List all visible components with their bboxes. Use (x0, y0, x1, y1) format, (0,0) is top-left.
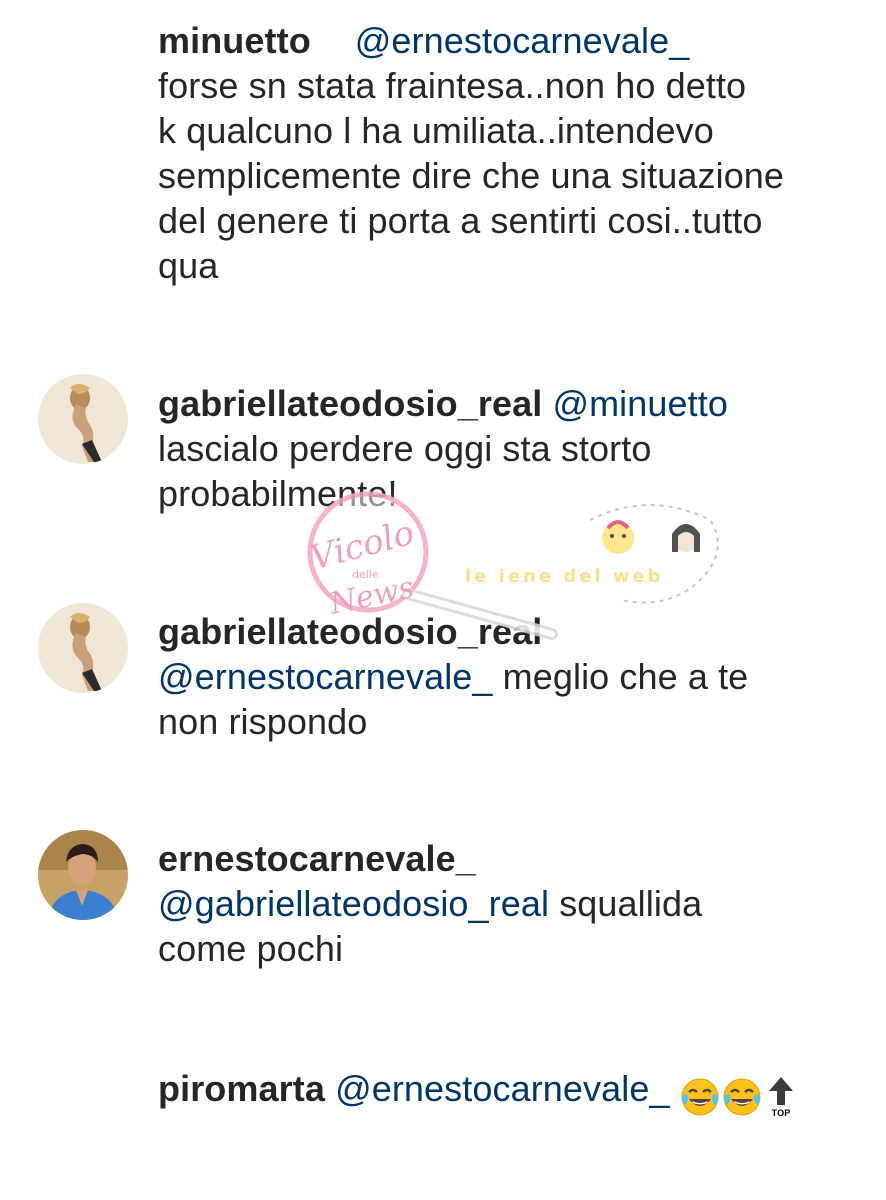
avatar[interactable] (38, 603, 128, 693)
emoji-group: TOP (680, 1072, 796, 1119)
face-with-tears-of-joy-icon (722, 1077, 762, 1117)
comment-mention[interactable]: @gabriellateodosio_real (158, 883, 549, 924)
comment-username[interactable]: gabriellateodosio_real (158, 611, 542, 652)
comment-text-line: forse sn stata fraintesa..non ho detto (158, 65, 747, 106)
woman-photo-avatar-icon (38, 603, 128, 693)
top-arrow-icon: TOP (766, 1075, 796, 1119)
comment-text-line: qua (158, 245, 219, 286)
comment-text: meglio che a te (502, 656, 749, 697)
woman-photo-avatar-icon (38, 374, 128, 464)
comment-mention[interactable]: @ernestocarnevale_ (335, 1068, 670, 1109)
comment-text-line: non rispondo (158, 701, 368, 742)
svg-text:TOP: TOP (771, 1108, 790, 1118)
comment-username[interactable]: piromarta (158, 1068, 325, 1109)
face-with-tears-of-joy-icon (680, 1077, 720, 1117)
comment-body: gabriellateodosio_real @ernestocarnevale… (158, 609, 848, 744)
comment-mention[interactable]: @minuetto (552, 383, 728, 424)
svg-text:delle: delle (352, 568, 379, 581)
comment-mention[interactable]: @ernestocarnevale_ (355, 20, 690, 61)
avatar[interactable] (38, 830, 128, 920)
comment-body: ernestocarnevale_ @gabriellateodosio_rea… (158, 836, 848, 971)
avatar[interactable] (38, 374, 128, 464)
comment-text-line: semplicemente dire che una situazione (158, 155, 785, 196)
svg-text:Vicolo: Vicolo (306, 513, 418, 579)
comment-text-line: del genere ti porta a sentirti cosi..tut… (158, 200, 763, 241)
comment-text-line: come pochi (158, 928, 344, 969)
comment-text-line: lascialo perdere oggi sta storto (158, 428, 652, 469)
comment-mention[interactable]: @ernestocarnevale_ (158, 656, 493, 697)
comment-body: piromarta @ernestocarnevale_ TOP (158, 1066, 848, 1119)
svg-text:le iene del web: le iene del web (465, 566, 664, 587)
comment-text-line: probabilmente! (158, 473, 398, 514)
comment-username[interactable]: gabriellateodosio_real (158, 383, 542, 424)
comment-username[interactable]: ernestocarnevale_ (158, 838, 476, 879)
comment-username[interactable]: minuetto (158, 20, 311, 61)
comment-body: minuetto @ernestocarnevale_ forse sn stat… (158, 18, 848, 288)
man-photo-avatar-icon (38, 830, 128, 920)
comment-text: squallida (559, 883, 703, 924)
comment-body: gabriellateodosio_real @minuetto lascial… (158, 381, 848, 516)
comment-text-line: k qualcuno l ha umiliata..intendevo (158, 110, 714, 151)
